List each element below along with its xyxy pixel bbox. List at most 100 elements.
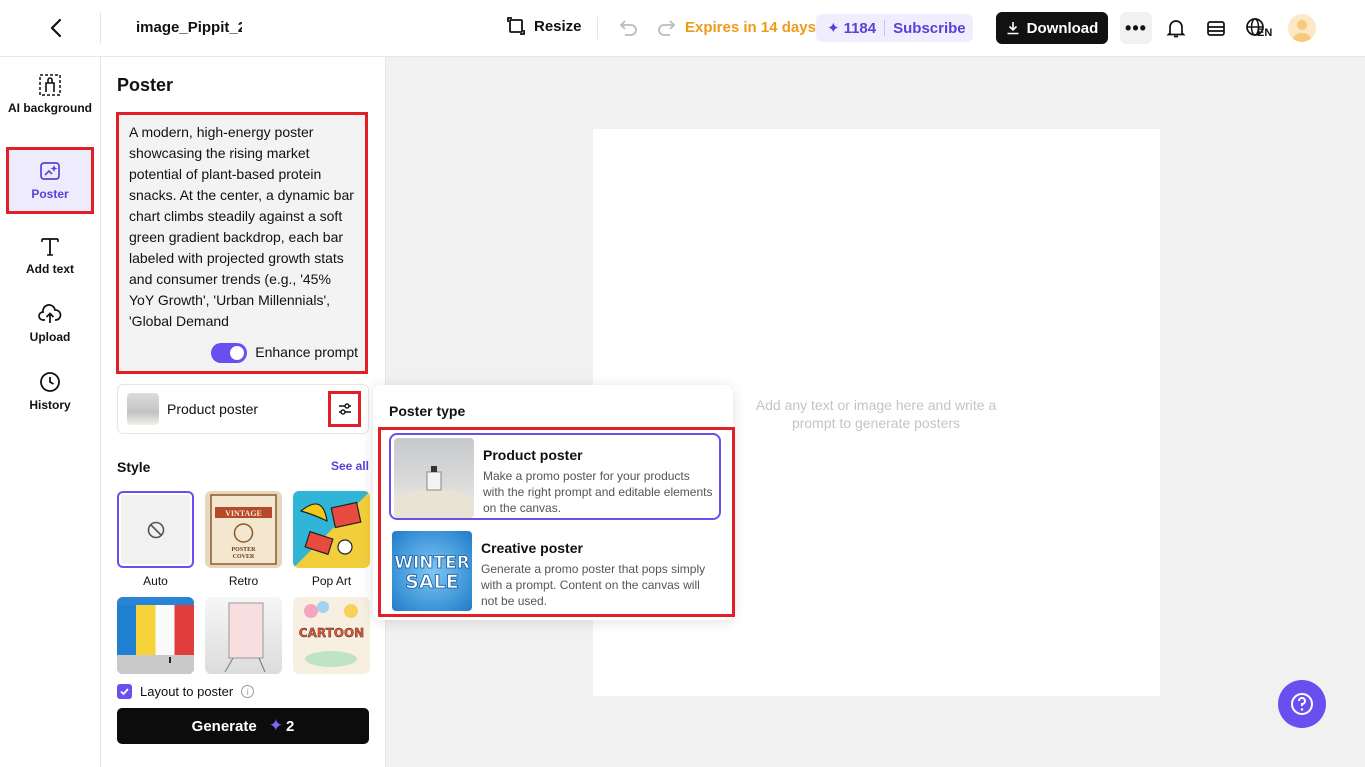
redo-icon [658, 20, 676, 36]
frame-image [224, 602, 266, 673]
retro-line-2: POSTER [231, 547, 256, 553]
check-icon [120, 688, 129, 696]
poster-type-option-creative[interactable]: WINTER SALE Creative poster Generate a p… [389, 528, 721, 615]
credits-count: 1184 [843, 19, 877, 37]
expires-notice[interactable]: Expires in 14 days [685, 19, 816, 36]
generate-cost: ✦ 2 [269, 716, 295, 736]
style-option-retro[interactable]: VINTAGE POSTER COVER Retro [205, 491, 282, 588]
resize-label: Resize [534, 17, 582, 35]
help-button[interactable] [1278, 680, 1326, 728]
language-code: EN [1257, 27, 1273, 39]
retro-line-3: COVER [233, 554, 255, 560]
generate-button[interactable]: Generate ✦ 2 [117, 708, 369, 744]
divider [100, 12, 101, 44]
download-icon [1007, 22, 1019, 35]
undo-icon [619, 20, 637, 36]
sidebar-item-history[interactable]: History [6, 370, 94, 413]
sidebar-item-add-text[interactable]: Add text [6, 234, 94, 277]
poster-type-selector[interactable]: Product poster [117, 384, 369, 434]
option-description: Make a promo poster for your products wi… [483, 469, 713, 515]
poster-type-option-product[interactable]: Product poster Make a promo poster for y… [389, 433, 721, 520]
retro-poster-image: VINTAGE POSTER COVER [210, 494, 277, 565]
poster-type-settings-button[interactable] [328, 391, 361, 427]
stack-icon [1207, 21, 1225, 36]
undo-button[interactable] [617, 17, 639, 39]
generate-label: Generate [191, 717, 257, 735]
question-icon [1291, 693, 1313, 715]
sliders-icon [338, 403, 351, 415]
download-button[interactable]: Download [996, 12, 1108, 44]
style-label: Pop Art [311, 574, 352, 588]
divider [884, 20, 886, 36]
sidebar-item-ai-background[interactable]: AI background [6, 73, 94, 116]
style-option-pop-art[interactable]: Pop Art [293, 491, 370, 588]
winter-sale-image: WINTER SALE [394, 553, 470, 594]
generate-cost-value: 2 [285, 717, 295, 735]
thumb-text-2: SALE [405, 571, 458, 593]
pop-art-image [299, 501, 362, 556]
product-poster-thumbnail [127, 393, 159, 425]
product-poster-thumbnail [394, 438, 474, 518]
layout-to-poster-label: Layout to poster [140, 684, 234, 699]
notifications-button[interactable] [1163, 15, 1189, 41]
divider [597, 17, 598, 39]
style-option-auto[interactable]: Auto [117, 491, 194, 588]
style-option-architecture[interactable] [117, 597, 194, 674]
cartoon-text: CARTOON [299, 626, 364, 640]
perfume-bottle-image [394, 466, 474, 518]
user-icon [1292, 20, 1312, 42]
panel-title: Poster [117, 75, 174, 95]
subscribe-link[interactable]: Subscribe [893, 20, 966, 37]
prompt-input[interactable]: A modern, high-energy poster showcasing … [116, 112, 368, 374]
layout-to-poster-row: Layout to poster i [117, 684, 255, 699]
sidebar-item-label: Poster [31, 187, 69, 201]
style-thumbnail [293, 491, 370, 568]
bell-icon [1166, 20, 1186, 38]
storage-button[interactable] [1203, 15, 1229, 41]
resize-icon [507, 17, 525, 35]
option-name: Creative poster [481, 540, 583, 556]
enhance-prompt-toggle[interactable] [211, 342, 248, 363]
chevron-left-icon [50, 18, 62, 38]
history-icon [38, 370, 62, 394]
poster-type-label: Product poster [167, 401, 259, 417]
option-name: Product poster [483, 447, 583, 463]
cartoon-image: CARTOON [299, 601, 364, 667]
option-description: Generate a promo poster that pops simply… [481, 562, 706, 608]
retro-line-1: VINTAGE [225, 509, 262, 518]
style-section-title: Style [117, 459, 151, 475]
thumb-text-1: WINTER [394, 553, 470, 573]
style-option-cartoon[interactable]: CARTOON [293, 597, 370, 674]
sidebar-item-label: History [29, 398, 71, 412]
style-thumbnail: CARTOON [293, 597, 370, 674]
back-button[interactable] [42, 14, 70, 42]
project-title[interactable]: image_Pippit_20 [136, 19, 242, 36]
resize-button[interactable]: Resize [506, 16, 582, 36]
upload-icon [38, 302, 62, 326]
style-thumbnail: VINTAGE POSTER COVER [205, 491, 282, 568]
style-thumbnail [205, 597, 282, 674]
poster-type-options: Product poster Make a promo poster for y… [378, 427, 735, 617]
poster-type-popover: Poster type Product poster Make a promo … [373, 385, 735, 620]
left-rail: AI background Poster Add text Upload His… [0, 57, 101, 767]
sidebar-item-label: Add text [26, 262, 74, 276]
canvas-placeholder-text: Add any text or image here and write a p… [755, 397, 997, 431]
no-style-icon [147, 521, 164, 538]
credits-subscribe-pill[interactable]: ✦ 1184 Subscribe [816, 14, 973, 42]
option-text: Creative poster Generate a promo poster … [481, 531, 711, 612]
info-icon[interactable]: i [241, 685, 255, 698]
avatar[interactable] [1288, 14, 1316, 42]
text-icon [38, 234, 62, 258]
download-label: Download [1026, 19, 1099, 37]
prompt-text: A modern, high-energy poster showcasing … [129, 124, 354, 329]
see-all-styles-link[interactable]: See all [331, 459, 369, 473]
sidebar-item-poster[interactable]: Poster [6, 147, 94, 214]
layout-to-poster-checkbox[interactable] [117, 684, 132, 699]
poster-panel: Poster A modern, high-energy poster show… [101, 57, 386, 767]
more-icon: ••• [1125, 17, 1147, 38]
style-option-minimal-frame[interactable] [205, 597, 282, 674]
redo-button[interactable] [656, 17, 678, 39]
more-options-button[interactable]: ••• [1120, 12, 1152, 44]
top-bar: image_Pippit_20 Resize Expires in 14 day… [0, 0, 1365, 57]
sidebar-item-upload[interactable]: Upload [6, 302, 94, 345]
